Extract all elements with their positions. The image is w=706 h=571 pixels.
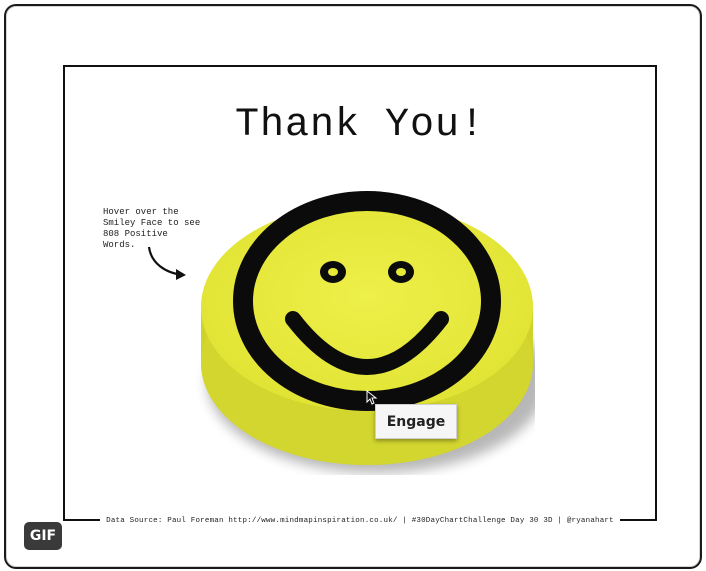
footer-credits: Data Source: Paul Foreman http://www.min… (65, 509, 655, 527)
hint-line-1: Hover over the (103, 207, 179, 217)
chart-frame: Thank You! Hover over the Smiley Face to… (63, 65, 657, 525)
page-title: Thank You! (234, 103, 486, 148)
smiley-face-icon[interactable] (189, 175, 535, 475)
hint-line-3: 808 Positive (103, 229, 168, 239)
curved-arrow-icon (147, 246, 186, 280)
hint-line-2: Smiley Face to see (103, 218, 201, 228)
viewer-window: Thank You! Hover over the Smiley Face to… (6, 6, 700, 567)
gif-badge[interactable]: GIF (24, 522, 62, 550)
footer-text: Data Source: Paul Foreman http://www.min… (100, 517, 620, 525)
engage-button[interactable]: Engage (375, 404, 457, 439)
